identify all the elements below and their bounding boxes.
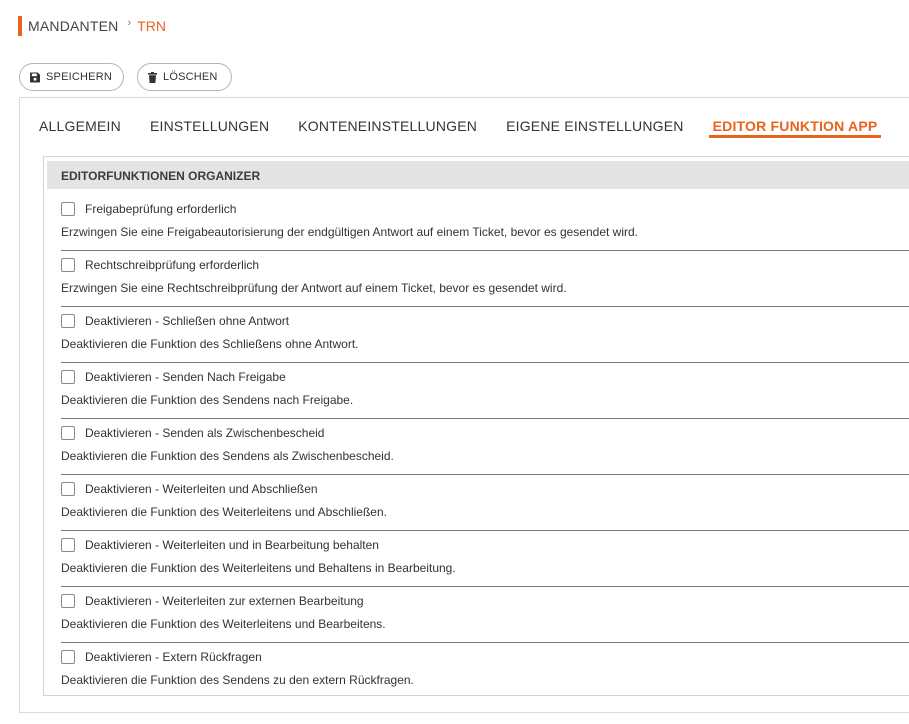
option-item: Deaktivieren - Senden als Zwischenbesche… xyxy=(61,419,909,475)
floppy-disk-icon xyxy=(30,71,41,83)
option-row: Deaktivieren - Schließen ohne Antwort xyxy=(61,314,289,328)
trash-icon xyxy=(148,71,157,83)
option-item: Deaktivieren - Senden Nach Freigabe Deak… xyxy=(61,363,909,419)
delete-button[interactable]: LÖSCHEN xyxy=(137,63,232,91)
breadcrumb: MANDANTEN › TRN xyxy=(18,16,166,36)
option-item: Deaktivieren - Weiterleiten und in Bearb… xyxy=(61,531,909,587)
option-description: Deaktivieren die Funktion des Weiterleit… xyxy=(61,561,456,575)
option-item: Deaktivieren - Extern Rückfragen Deaktiv… xyxy=(61,643,909,699)
option-checkbox[interactable] xyxy=(61,202,75,216)
option-description: Deaktivieren die Funktion des Sendens al… xyxy=(61,449,394,463)
option-checkbox[interactable] xyxy=(61,482,75,496)
option-label[interactable]: Deaktivieren - Extern Rückfragen xyxy=(85,650,262,664)
tab-editor-funktion-app[interactable]: EDITOR FUNKTION APP xyxy=(708,118,882,138)
panel-title: EDITORFUNKTIONEN ORGANIZER xyxy=(47,161,909,189)
tab-einstellungen[interactable]: EINSTELLUNGEN xyxy=(150,118,269,138)
option-label[interactable]: Deaktivieren - Senden als Zwischenbesche… xyxy=(85,426,324,440)
option-label[interactable]: Deaktivieren - Senden Nach Freigabe xyxy=(85,370,286,384)
tab-konteneinstellungen[interactable]: KONTENEINSTELLUNGEN xyxy=(298,118,477,138)
option-checkbox[interactable] xyxy=(61,594,75,608)
breadcrumb-current: TRN xyxy=(137,18,166,34)
option-checkbox[interactable] xyxy=(61,426,75,440)
toolbar: SPEICHERN LÖSCHEN xyxy=(19,63,232,91)
option-row: Deaktivieren - Weiterleiten zur externen… xyxy=(61,594,364,608)
option-checkbox[interactable] xyxy=(61,538,75,552)
option-row: Deaktivieren - Senden als Zwischenbesche… xyxy=(61,426,324,440)
option-item: Deaktivieren - Weiterleiten zur externen… xyxy=(61,587,909,643)
option-item: Deaktivieren - Weiterleiten und Abschlie… xyxy=(61,475,909,531)
option-description: Deaktivieren die Funktion des Weiterleit… xyxy=(61,505,387,519)
option-row: Deaktivieren - Weiterleiten und in Bearb… xyxy=(61,538,379,552)
option-item: Rechtschreibprüfung erforderlich Erzwing… xyxy=(61,251,909,307)
option-row: Deaktivieren - Weiterleiten und Abschlie… xyxy=(61,482,318,496)
option-label[interactable]: Freigabeprüfung erforderlich xyxy=(85,202,236,216)
option-label[interactable]: Deaktivieren - Weiterleiten und in Bearb… xyxy=(85,538,379,552)
option-checkbox[interactable] xyxy=(61,314,75,328)
option-row: Rechtschreibprüfung erforderlich xyxy=(61,258,259,272)
save-button-label: SPEICHERN xyxy=(46,71,112,83)
delete-button-label: LÖSCHEN xyxy=(163,71,218,83)
option-description: Deaktivieren die Funktion des Schließens… xyxy=(61,337,359,351)
option-item: Freigabeprüfung erforderlich Erzwingen S… xyxy=(61,195,909,251)
option-label[interactable]: Deaktivieren - Schließen ohne Antwort xyxy=(85,314,289,328)
option-description: Erzwingen Sie eine Freigabeautorisierung… xyxy=(61,225,639,239)
tab-bar: ALLGEMEIN EINSTELLUNGEN KONTENEINSTELLUN… xyxy=(39,118,909,138)
tab-allgemein[interactable]: ALLGEMEIN xyxy=(39,118,121,138)
breadcrumb-accent-bar xyxy=(18,16,22,36)
option-label[interactable]: Deaktivieren - Weiterleiten zur externen… xyxy=(85,594,364,608)
option-checkbox[interactable] xyxy=(61,370,75,384)
breadcrumb-root-link[interactable]: MANDANTEN xyxy=(28,18,118,34)
option-row: Deaktivieren - Senden Nach Freigabe xyxy=(61,370,286,384)
option-row: Deaktivieren - Extern Rückfragen xyxy=(61,650,262,664)
editor-functions-panel: EDITORFUNKTIONEN ORGANIZER Freigabeprüfu… xyxy=(43,156,909,696)
option-label[interactable]: Rechtschreibprüfung erforderlich xyxy=(85,258,259,272)
option-label[interactable]: Deaktivieren - Weiterleiten und Abschlie… xyxy=(85,482,318,496)
option-row: Freigabeprüfung erforderlich xyxy=(61,202,236,216)
option-description: Deaktivieren die Funktion des Sendens zu… xyxy=(61,673,414,687)
option-checkbox[interactable] xyxy=(61,258,75,272)
option-item: Deaktivieren - Schließen ohne Antwort De… xyxy=(61,307,909,363)
option-description: Deaktivieren die Funktion des Sendens na… xyxy=(61,393,354,407)
option-description: Erzwingen Sie eine Rechtschreibprüfung d… xyxy=(61,281,567,295)
option-checkbox[interactable] xyxy=(61,650,75,664)
option-description: Deaktivieren die Funktion des Weiterleit… xyxy=(61,617,386,631)
tab-eigene-einstellungen[interactable]: EIGENE EINSTELLUNGEN xyxy=(506,118,684,138)
settings-card: ALLGEMEIN EINSTELLUNGEN KONTENEINSTELLUN… xyxy=(19,97,909,713)
breadcrumb-separator-icon: › xyxy=(127,17,132,29)
save-button[interactable]: SPEICHERN xyxy=(19,63,124,91)
